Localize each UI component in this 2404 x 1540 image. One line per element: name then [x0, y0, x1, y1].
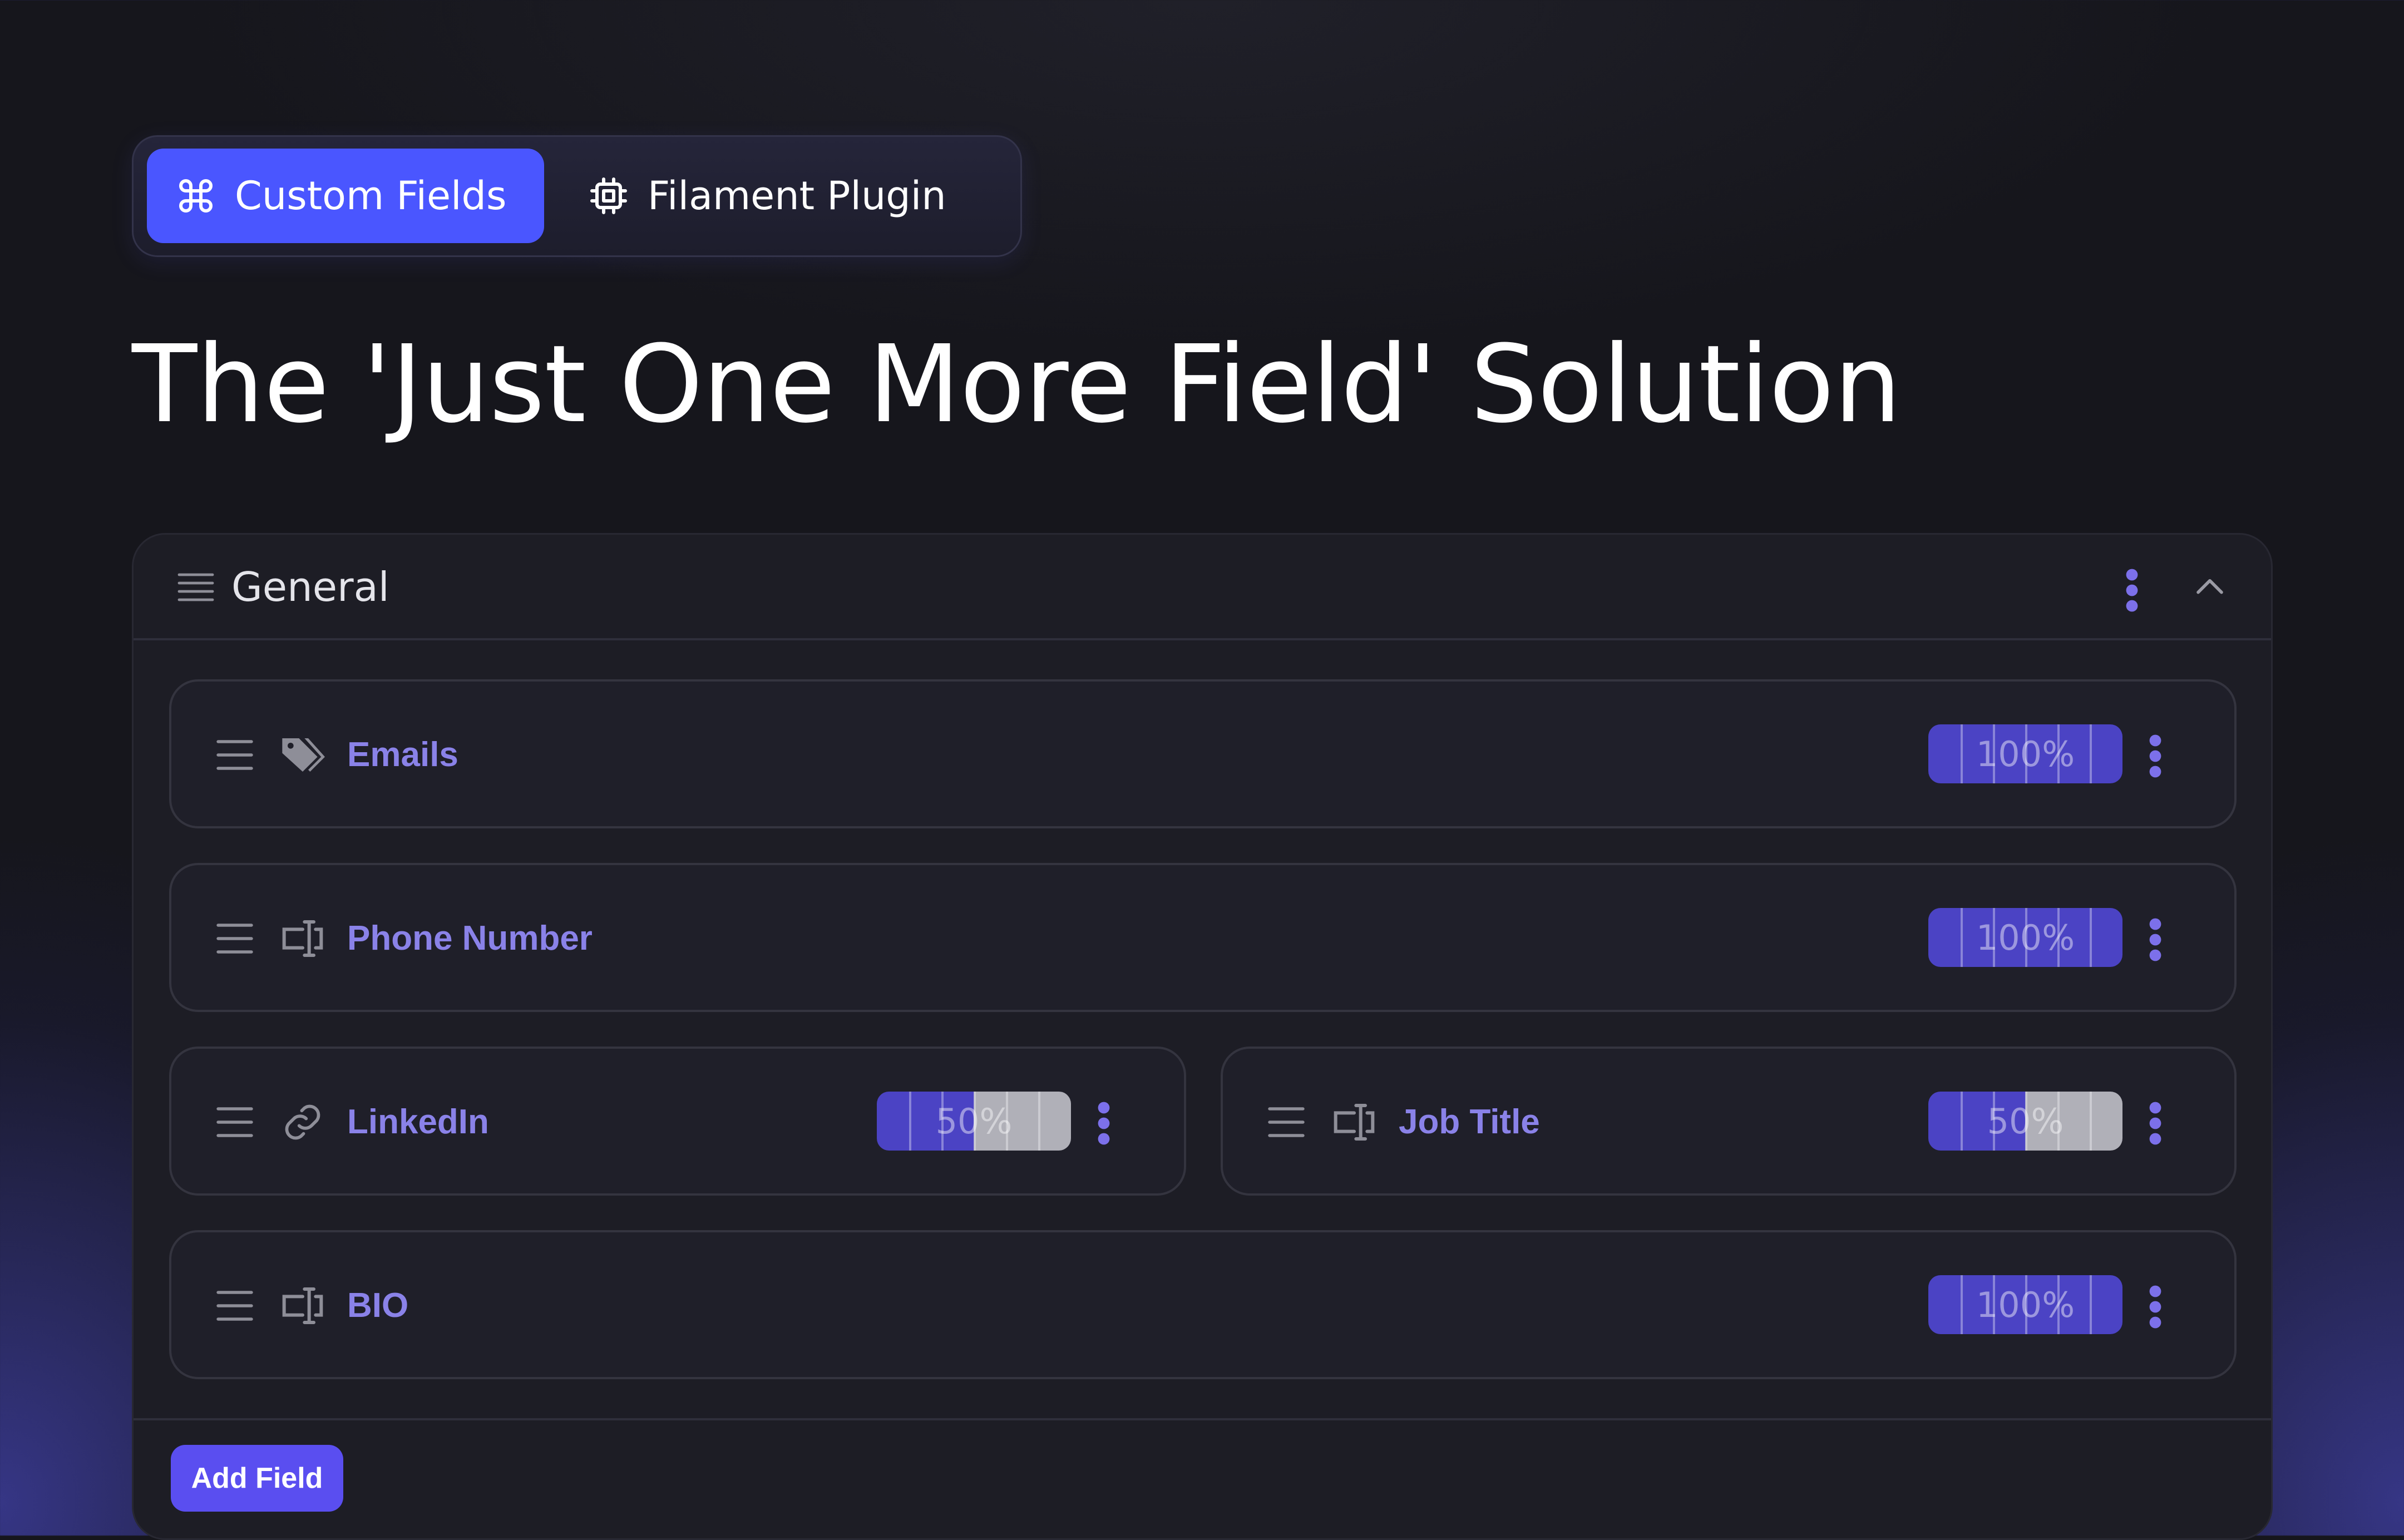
more-options-icon[interactable]	[2149, 1101, 2162, 1146]
drag-handle-icon[interactable]	[215, 922, 255, 955]
text-input-icon	[282, 1287, 323, 1324]
width-selector[interactable]: 100%	[1928, 1275, 2122, 1334]
width-value: 100%	[1976, 917, 2075, 958]
field-label: Phone Number	[347, 919, 593, 957]
width-value: 50%	[935, 1100, 1013, 1142]
field-row-emails: Emails 100%	[169, 679, 2237, 828]
text-input-icon	[1334, 1104, 1375, 1141]
field-section-panel: General Emails 100% Phone Number 100% Li…	[132, 533, 2273, 1540]
tab-switcher: Custom Fields Filament Plugin	[132, 135, 1022, 257]
section-header: General	[134, 535, 2271, 640]
width-selector[interactable]: 100%	[1928, 908, 2122, 967]
width-selector[interactable]: 50%	[877, 1092, 1071, 1151]
field-row-bio: BIO 100%	[169, 1230, 2237, 1379]
page-headline: The 'Just One More Field' Solution	[132, 323, 1902, 447]
more-options-icon[interactable]	[1097, 1101, 1110, 1146]
more-options-icon[interactable]	[2149, 917, 2162, 962]
collapse-chevron-up-icon[interactable]	[2194, 574, 2225, 598]
section-footer: Add Field	[134, 1418, 2271, 1538]
field-row-job-title: Job Title 50%	[1221, 1047, 2237, 1196]
more-options-icon[interactable]	[2149, 1285, 2162, 1329]
command-icon	[179, 179, 213, 213]
more-options-icon[interactable]	[2149, 734, 2162, 778]
chip-icon	[590, 177, 627, 214]
section-drag-handle-icon[interactable]	[176, 568, 216, 608]
width-value: 50%	[1987, 1100, 2064, 1142]
tab-label: Filament Plugin	[648, 173, 946, 219]
drag-handle-icon[interactable]	[215, 738, 255, 772]
link-icon	[285, 1104, 320, 1140]
field-label: LinkedIn	[347, 1103, 489, 1141]
section-more-options-icon[interactable]	[2125, 568, 2139, 613]
width-selector[interactable]: 50%	[1928, 1092, 2122, 1151]
field-label: BIO	[347, 1286, 409, 1325]
drag-handle-icon[interactable]	[215, 1289, 255, 1322]
add-field-button[interactable]: Add Field	[171, 1445, 343, 1512]
text-input-icon	[282, 920, 323, 957]
field-row-phone-number: Phone Number 100%	[169, 863, 2237, 1012]
tab-label: Custom Fields	[235, 173, 507, 219]
drag-handle-icon[interactable]	[215, 1105, 255, 1139]
width-value: 100%	[1976, 1284, 2075, 1325]
section-title: General	[231, 564, 389, 610]
field-row-linkedin: LinkedIn 50%	[169, 1047, 1186, 1196]
tag-icon	[282, 738, 325, 772]
field-label: Job Title	[1399, 1103, 1540, 1141]
field-label: Emails	[347, 736, 458, 774]
drag-handle-icon[interactable]	[1266, 1105, 1306, 1139]
width-selector[interactable]: 100%	[1928, 724, 2122, 783]
tab-custom-fields[interactable]: Custom Fields	[147, 149, 544, 243]
width-value: 100%	[1976, 733, 2075, 774]
tab-filament-plugin[interactable]: Filament Plugin	[562, 149, 1007, 243]
